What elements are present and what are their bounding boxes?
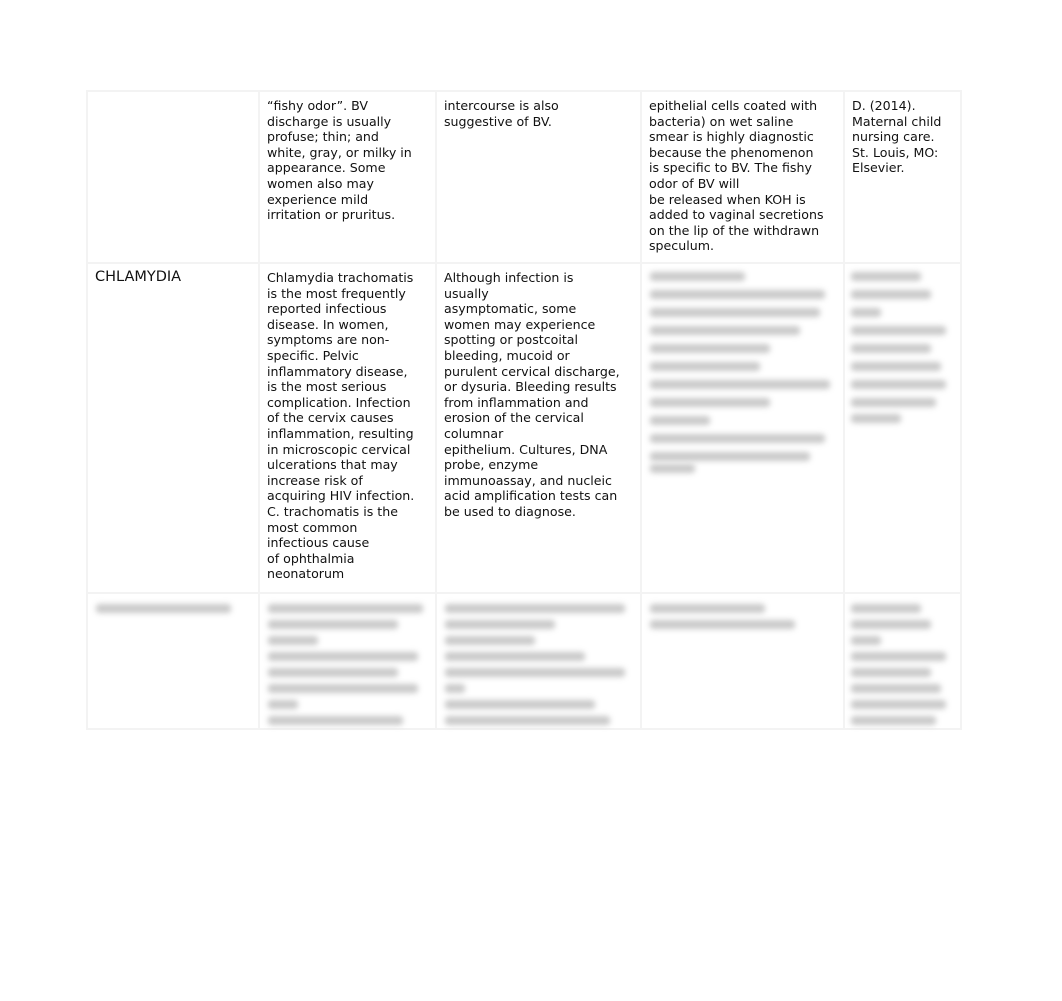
row3-col4-cell-blurred: [642, 594, 843, 728]
row2-col4-cell-blurred: [642, 264, 843, 592]
row3-col5-cell-blurred: [845, 594, 960, 728]
row1-col4-cell: epithelial cells coated with bacteria) o…: [642, 92, 843, 262]
row1-col5-cell: D. (2014). Maternal child nursing care. …: [845, 92, 960, 262]
document-table: “fishy odor”. BV discharge is usually pr…: [86, 90, 962, 730]
row2-col5-cell-blurred: [845, 264, 960, 592]
row3-col2-cell-blurred: [260, 594, 435, 728]
row1-col2-cell: “fishy odor”. BV discharge is usually pr…: [260, 92, 435, 262]
row3-condition-cell-blurred: [88, 594, 258, 728]
row2-col3-cell: Although infection is usually asymptomat…: [437, 264, 640, 592]
row1-col3-cell: intercourse is also suggestive of BV.: [437, 92, 640, 262]
row1-condition-cell: [88, 92, 258, 262]
row3-col3-cell-blurred: [437, 594, 640, 728]
row2-condition-cell: CHLAMYDIA: [88, 264, 258, 592]
row2-col2-cell: Chlamydia trachomatis is the most freque…: [260, 264, 435, 592]
